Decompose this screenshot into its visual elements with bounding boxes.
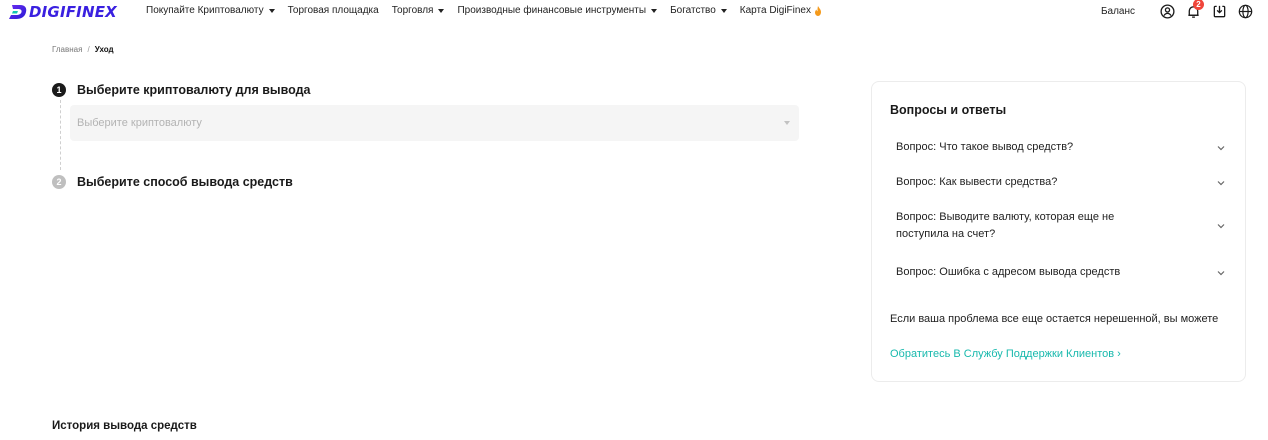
withdrawal-history-title: История вывода средств — [52, 420, 197, 432]
breadcrumb: Главная / Уход — [52, 45, 114, 54]
top-nav-bar: DIGIFINEX Покупайте Криптовалюту Торгова… — [0, 0, 1268, 24]
caret-down-icon — [720, 8, 727, 13]
faq-title: Вопросы и ответы — [890, 103, 1007, 117]
download-icon[interactable] — [1211, 3, 1227, 19]
nav-item-wealth[interactable]: Богатство — [670, 5, 727, 16]
caret-down-icon — [438, 8, 445, 13]
brand-name: DIGIFINEX — [29, 3, 117, 21]
faq-question: Вопрос: Выводите валюту, которая еще не … — [896, 211, 1115, 240]
faq-question: Вопрос: Ошибка с адресом вывода средств — [896, 266, 1121, 278]
contact-support-link[interactable]: Обратитесь В Службу Поддержки Клиентов › — [890, 346, 1121, 363]
step-title: Выберите способ вывода средств — [77, 175, 293, 189]
digifinex-logo[interactable]: DIGIFINEX — [8, 2, 117, 22]
faq-item[interactable]: Вопрос: Выводите валюту, которая еще не … — [896, 209, 1226, 243]
balance-link[interactable]: Баланс — [1101, 6, 1135, 17]
step-select-method: 2 Выберите способ вывода средств — [52, 175, 293, 189]
nav-item-buy-crypto[interactable]: Покупайте Криптовалюту — [146, 5, 275, 16]
step-number-badge: 2 — [52, 175, 66, 189]
nav-item-label: Торговая площадка — [287, 5, 379, 16]
crypto-select-placeholder: Выберите криптовалюту — [77, 117, 202, 129]
breadcrumb-current: Уход — [94, 45, 114, 54]
crypto-select[interactable]: Выберите криптовалюту — [70, 105, 799, 141]
chevron-down-icon — [1217, 224, 1225, 229]
user-icon[interactable] — [1159, 3, 1175, 19]
nav-item-label: Производные финансовые инструменты — [457, 5, 647, 16]
fire-icon — [815, 5, 821, 16]
nav-item-label: Покупайте Криптовалюту — [146, 5, 264, 16]
nav-item-marketplace[interactable]: Торговая площадка — [288, 5, 379, 16]
caret-down-icon — [268, 8, 275, 13]
caret-down-icon — [651, 8, 658, 13]
bell-icon[interactable]: 2 — [1185, 0, 1204, 19]
notification-badge: 2 — [1193, 0, 1204, 10]
step-number-badge: 1 — [52, 83, 66, 97]
step-connector-line — [60, 100, 61, 170]
faq-question: Вопрос: Как вывести средства? — [896, 176, 1058, 188]
nav-item-trade[interactable]: Торговля — [392, 5, 445, 16]
digifinex-logo-icon — [9, 5, 27, 19]
header-actions: Баланс 2 — [1101, 0, 1253, 19]
nav-item-digifinex-card[interactable]: Карта DigiFinex — [740, 5, 822, 16]
nav-item-label: Карта DigiFinex — [739, 5, 811, 16]
nav-item-label: Богатство — [670, 5, 716, 16]
chevron-down-icon — [1217, 146, 1225, 151]
main-nav: Покупайте Криптовалюту Торговая площадка… — [146, 5, 835, 16]
nav-item-label: Торговля — [391, 5, 434, 16]
faq-help-note: Если ваша проблема все еще остается нере… — [890, 313, 1219, 325]
faq-question: Вопрос: Что такое вывод средств? — [896, 141, 1074, 153]
breadcrumb-home[interactable]: Главная — [52, 45, 82, 54]
chevron-down-icon — [1217, 271, 1225, 276]
faq-item[interactable]: Вопрос: Что такое вывод средств? — [896, 139, 1226, 156]
chevron-down-icon — [1217, 181, 1225, 186]
nav-item-derivatives[interactable]: Производные финансовые инструменты — [457, 5, 658, 16]
step-title: Выберите криптовалюту для вывода — [77, 83, 311, 97]
faq-item[interactable]: Вопрос: Как вывести средства? — [896, 174, 1226, 191]
faq-item[interactable]: Вопрос: Ошибка с адресом вывода средств — [896, 264, 1226, 281]
breadcrumb-separator: / — [87, 45, 90, 54]
step-select-crypto: 1 Выберите криптовалюту для вывода — [52, 83, 310, 97]
caret-down-icon — [784, 121, 790, 125]
faq-card: Вопросы и ответы Вопрос: Что такое вывод… — [871, 81, 1246, 382]
globe-icon[interactable] — [1237, 3, 1253, 19]
